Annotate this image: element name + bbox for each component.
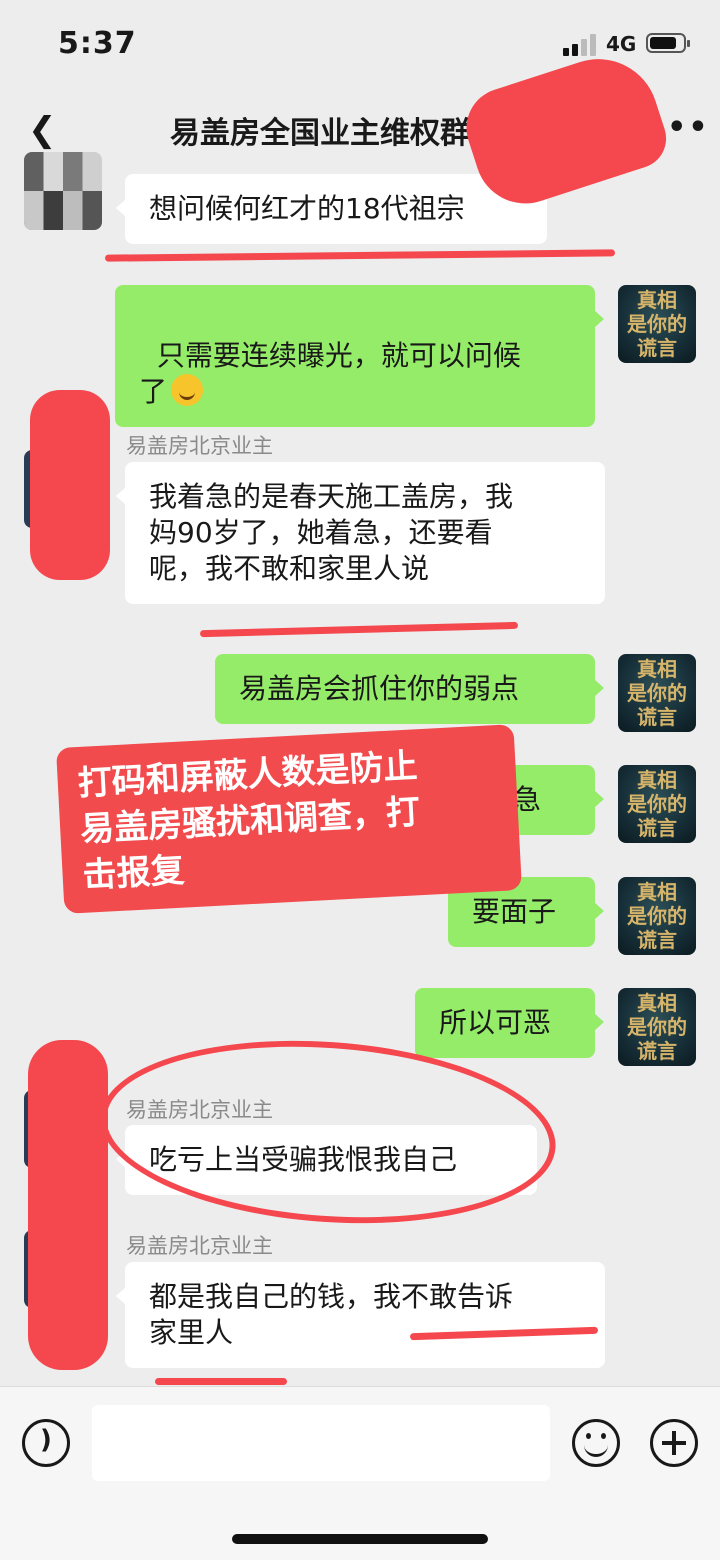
voice-icon[interactable] (22, 1419, 70, 1467)
signal-icon (563, 34, 599, 56)
avatar[interactable]: 真相 是你的 谎言 (618, 988, 696, 1066)
message-bubble[interactable]: 易盖房会抓住你的弱点 (215, 654, 604, 724)
emoji-icon[interactable] (572, 1419, 620, 1467)
avatar[interactable]: 真相 是你的 谎言 (618, 765, 696, 843)
sender-name: 易盖房北京业主 (126, 434, 273, 458)
circle-mark (94, 1026, 562, 1238)
clock: 5:37 (58, 26, 137, 61)
message-bubble[interactable]: 都是我自己的钱，我不敢告诉 家里人 (116, 1262, 605, 1368)
message-input[interactable] (92, 1405, 550, 1481)
message-bubble[interactable]: 想问候何红才的18代祖宗 (116, 174, 547, 244)
avatar[interactable]: 真相 是你的 谎言 (618, 285, 696, 363)
avatar[interactable]: 真相 是你的 谎言 (618, 654, 696, 732)
underline-mark (104, 249, 616, 262)
battery-icon (646, 33, 690, 53)
avatar[interactable]: 真相 是你的 谎言 (618, 877, 696, 955)
plus-icon[interactable] (650, 1419, 698, 1467)
message-bubble[interactable]: 我着急的是春天施工盖房，我 妈90岁了，她着急，还要看 呢，我不敢和家里人说 (116, 462, 605, 604)
chat-title: 易盖房全国业主维权群 (170, 116, 470, 151)
home-indicator (232, 1534, 488, 1544)
underline-mark (155, 1378, 287, 1385)
sender-name: 易盖房北京业主 (126, 1234, 273, 1258)
avatar[interactable] (24, 152, 102, 230)
network-label: 4G (606, 32, 637, 56)
message-bubble[interactable]: 所以可恶 (415, 988, 604, 1058)
chevron-left-icon[interactable]: ❮ (28, 110, 57, 150)
underline-mark (199, 621, 519, 638)
message-bubble[interactable]: 只需要连续曝光，就可以问候 了 (115, 285, 604, 427)
redaction-mark (30, 390, 110, 580)
grinning-face-icon (171, 374, 204, 406)
annotation-note: 打码和屏蔽人数是防止 易盖房骚扰和调查，打 击报复 (55, 724, 523, 914)
redaction-mark (28, 1040, 108, 1370)
